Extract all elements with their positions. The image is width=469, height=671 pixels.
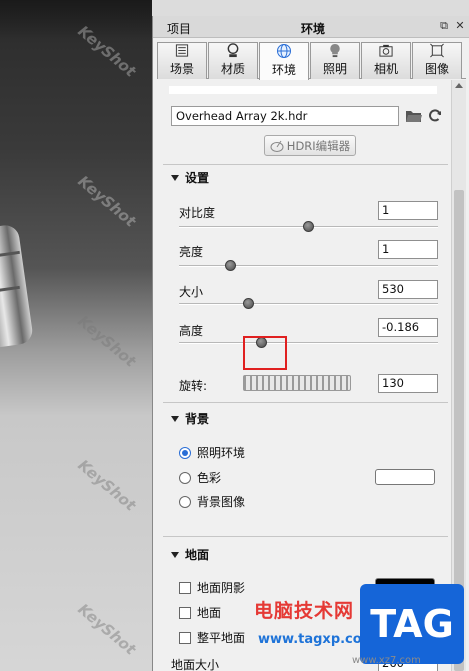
size-slider-knob[interactable] [242, 298, 254, 309]
checkbox-label: 地面阴影 [197, 581, 246, 595]
panel-title-project: 项目 [167, 22, 192, 36]
panel-title-environment: 环境 [301, 22, 326, 36]
site-watermark-url-secondary: www.xz7.com [352, 655, 421, 666]
radio-button[interactable] [179, 495, 191, 508]
radio-label: 色彩 [197, 471, 222, 485]
background-option-color[interactable]: 色彩 [179, 469, 221, 486]
refresh-icon[interactable] [427, 108, 443, 124]
keyshot-watermark: KeyShot [74, 600, 140, 659]
environment-settings: Overhead Array 2k.hdr HDRI编辑器 设置 对比度 1 亮… [157, 80, 450, 671]
checkbox[interactable] [179, 631, 191, 644]
background-section-header[interactable]: 背景 [171, 410, 209, 427]
material-icon [227, 43, 239, 58]
height-label: 高度 [179, 324, 204, 338]
rotation-input[interactable]: 130 [378, 374, 438, 393]
ground-reflection-option[interactable]: 地面 [179, 604, 221, 621]
background-title: 背景 [185, 412, 210, 426]
brightness-input[interactable]: 1 [378, 240, 438, 259]
size-input[interactable]: 530 [378, 280, 438, 299]
tab-scene[interactable]: 场景 [157, 42, 207, 79]
tab-material[interactable]: 材质 [208, 42, 258, 79]
rotation-label: 旋转: [179, 379, 208, 393]
panel-tabs: 场景 材质 环境 照明 相机 图像 [157, 42, 466, 80]
brightness-slider-knob[interactable] [224, 260, 236, 271]
tag-logo-badge: TAG [360, 584, 464, 664]
size-label: 大小 [179, 285, 204, 299]
section-divider [163, 164, 448, 165]
tab-label: 图像 [424, 62, 449, 76]
hdri-editor-button[interactable]: HDRI编辑器 [264, 135, 356, 156]
keyshot-watermark: KeyShot [74, 312, 140, 371]
keyshot-watermark: KeyShot [74, 456, 140, 515]
contrast-label: 对比度 [179, 206, 216, 220]
section-divider [163, 536, 448, 537]
camera-icon [379, 44, 393, 57]
radio-button[interactable] [179, 471, 191, 484]
ground-size-label: 地面大小 [171, 658, 220, 671]
brightness-label: 亮度 [179, 245, 204, 259]
globe-icon [277, 44, 291, 58]
tab-label: 场景 [169, 62, 194, 76]
ground-shadow-option[interactable]: 地面阴影 [179, 579, 245, 596]
collapse-arrow-icon [171, 415, 179, 422]
hdri-editor-label: HDRI编辑器 [286, 138, 351, 153]
tab-environment[interactable]: 环境 [259, 42, 309, 80]
tab-label: 材质 [220, 62, 245, 76]
tab-image[interactable]: 图像 [412, 42, 462, 79]
highlight-box [243, 336, 287, 370]
settings-section-header[interactable]: 设置 [171, 169, 209, 186]
background-option-lighting[interactable]: 照明环境 [179, 444, 245, 461]
radio-button[interactable] [179, 446, 191, 459]
keyshot-watermark: KeyShot [74, 172, 140, 231]
background-color-swatch[interactable] [375, 469, 435, 485]
brightness-slider-track[interactable] [179, 265, 438, 267]
radio-label: 照明环境 [197, 446, 246, 460]
image-icon [430, 43, 444, 58]
checkbox-label: 整平地面 [197, 631, 246, 645]
panel-scrollbar[interactable] [451, 80, 466, 671]
panel-titlebar: 项目 环境 ⧉ ✕ [153, 16, 469, 38]
radio-label: 背景图像 [197, 495, 246, 509]
render-viewport[interactable]: KeyShot KeyShot KeyShot KeyShot KeyShot [0, 0, 152, 671]
tab-label: 照明 [322, 62, 347, 76]
contrast-input[interactable]: 1 [378, 201, 438, 220]
project-panel: 项目 环境 ⧉ ✕ 场景 材质 环境 照明 相机 图像 Overhead Arr… [152, 16, 469, 671]
site-watermark-url: www.tagxp.com [258, 632, 376, 647]
tab-lighting[interactable]: 照明 [310, 42, 360, 79]
bulb-icon [330, 43, 340, 58]
checkbox-label: 地面 [197, 606, 222, 620]
ground-title: 地面 [185, 548, 210, 562]
undock-icon[interactable]: ⧉ [437, 19, 451, 33]
tab-label: 相机 [373, 62, 398, 76]
tab-camera[interactable]: 相机 [361, 42, 411, 79]
hdr-file-field[interactable]: Overhead Array 2k.hdr [171, 106, 399, 126]
site-watermark-name: 电脑技术网 [254, 600, 355, 622]
environment-preview-strip [169, 86, 437, 94]
height-input[interactable]: -0.186 [378, 318, 438, 337]
background-option-image[interactable]: 背景图像 [179, 493, 245, 510]
rotation-jog-wheel[interactable] [243, 375, 351, 391]
size-slider-track[interactable] [179, 303, 438, 305]
tab-label: 环境 [271, 63, 296, 77]
scene-icon [175, 44, 189, 57]
checkbox[interactable] [179, 581, 191, 594]
ground-section-header[interactable]: 地面 [171, 546, 209, 563]
settings-title: 设置 [185, 171, 210, 185]
folder-icon[interactable] [405, 109, 423, 123]
close-icon[interactable]: ✕ [453, 19, 467, 33]
flatten-ground-option[interactable]: 整平地面 [179, 629, 245, 646]
section-divider [163, 402, 448, 403]
collapse-arrow-icon [171, 551, 179, 558]
scroll-up-icon[interactable] [455, 83, 463, 88]
checkbox[interactable] [179, 606, 191, 619]
height-slider-track[interactable] [179, 342, 438, 344]
contrast-slider-knob[interactable] [302, 221, 314, 232]
collapse-arrow-icon [171, 174, 179, 181]
edit-icon [270, 140, 284, 152]
